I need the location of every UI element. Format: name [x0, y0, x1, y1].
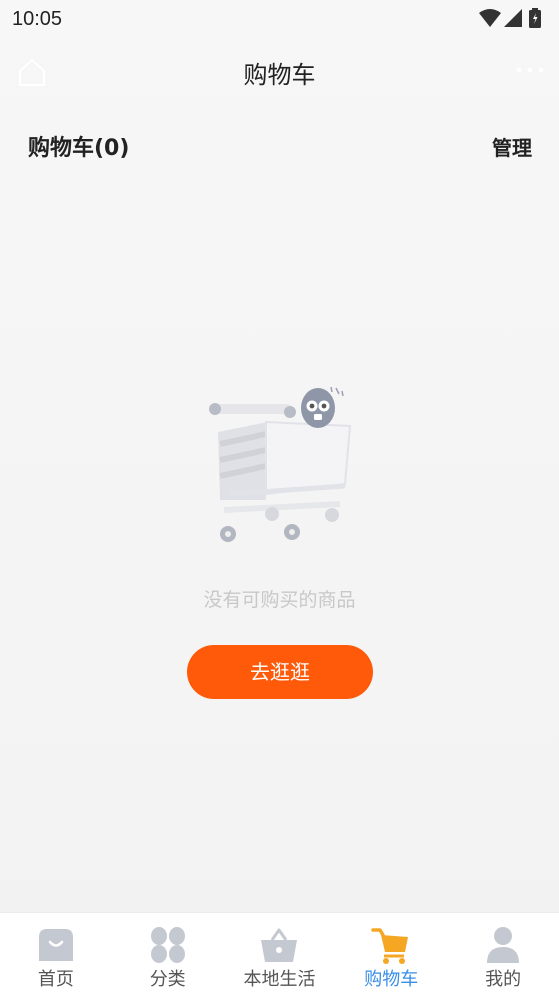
empty-cart-illustration — [209, 386, 352, 542]
nav-bar: 购物车 — [0, 40, 559, 102]
home-bag-icon — [38, 929, 73, 961]
cart-icon — [371, 928, 409, 964]
tab-profile[interactable]: 我的 — [447, 913, 559, 994]
go-shopping-button[interactable]: 去逛逛 — [187, 645, 373, 699]
tab-label-cart: 购物车 — [364, 969, 419, 990]
tab-category[interactable]: 分类 — [112, 913, 224, 994]
profile-icon — [487, 927, 520, 963]
manage-button[interactable]: 管理 — [492, 132, 532, 161]
tab-label-home: 首页 — [37, 969, 74, 990]
battery-icon — [529, 8, 541, 28]
tab-label-profile: 我的 — [485, 969, 522, 990]
cart-screen: 10:05 购物车 购物车(0) 管理 没有可购买的商品 去逛逛 首页 分类 本… — [0, 0, 559, 994]
cart-count-title: 购物车(0) — [28, 136, 130, 161]
more-dots-icon[interactable] — [515, 62, 545, 78]
tab-home[interactable]: 首页 — [0, 913, 112, 994]
category-icon — [150, 927, 185, 963]
tab-local-life[interactable]: 本地生活 — [224, 913, 336, 994]
basket-icon — [261, 928, 298, 962]
tab-label-category: 分类 — [149, 969, 186, 990]
empty-message: 没有可购买的商品 — [203, 589, 356, 611]
cell-signal-icon — [504, 9, 522, 27]
wifi-icon — [479, 9, 501, 27]
tab-cart[interactable]: 购物车 — [335, 913, 447, 994]
cart-header: 购物车(0) 管理 — [0, 118, 559, 174]
status-time: 10:05 — [12, 8, 63, 30]
tab-label-local-life: 本地生活 — [243, 969, 316, 990]
page-title: 购物车 — [243, 61, 316, 89]
tab-bar: 首页 分类 本地生活 购物车 我的 — [0, 912, 559, 994]
status-bar: 10:05 — [0, 0, 559, 38]
